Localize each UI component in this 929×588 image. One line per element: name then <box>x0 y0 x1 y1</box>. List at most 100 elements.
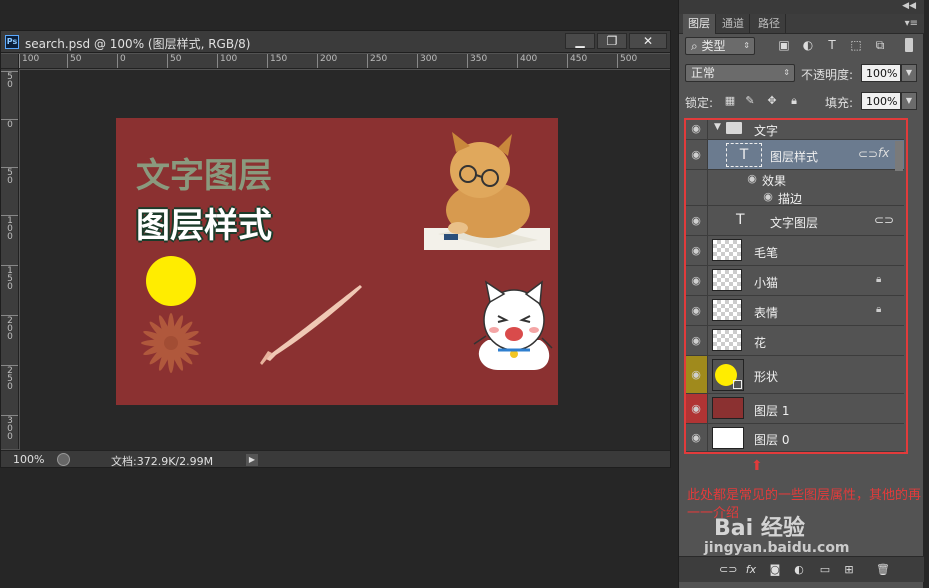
tab-paths[interactable]: 路径 <box>753 14 786 34</box>
lock-all-icon[interactable]: 🔒︎ <box>787 94 801 108</box>
fx-icon[interactable]: fx <box>878 146 889 160</box>
layers-panel: ◀◀ 图层 通道 路径 ▾≡ ⌕ 类型 ⇕ ▣ ◐ T ⬚ ⧉ 正常 ⇕ 不透明… <box>678 0 924 588</box>
flower-icon <box>141 313 201 373</box>
eye-icon[interactable]: ◉ <box>688 122 704 135</box>
zoom-level[interactable]: 100% <box>13 453 44 466</box>
tab-layers[interactable]: 图层 <box>683 14 716 34</box>
eye-icon[interactable]: ◉ <box>688 274 704 287</box>
document-canvas[interactable]: 文字图层 图层样式 <box>116 118 558 405</box>
smart-object-filter-icon[interactable]: ⧉ <box>873 38 887 52</box>
layer-thumbnail <box>712 269 742 291</box>
opacity-dropdown-icon[interactable]: ▼ <box>901 64 917 82</box>
new-layer-icon[interactable]: ⊞ <box>841 563 857 577</box>
close-button[interactable]: ✕ <box>629 33 667 49</box>
filter-toggle-icon[interactable] <box>905 38 913 52</box>
layer-thumbnail <box>712 427 744 449</box>
layer-row-group-text[interactable]: ◉ ▼ 文字 <box>684 118 904 140</box>
eye-icon[interactable]: ◉ <box>688 214 704 227</box>
layer-thumbnail <box>712 329 742 351</box>
status-menu-arrow-icon[interactable]: ▶ <box>246 454 258 466</box>
ruler-corner[interactable] <box>1 54 19 69</box>
lock-transparency-icon[interactable]: ▦ <box>723 94 737 108</box>
layer-row-shape[interactable]: ◉ 形状 <box>684 356 904 394</box>
type-filter-icon[interactable]: T <box>825 38 839 52</box>
panel-menu-icon[interactable]: ▾≡ <box>905 18 918 29</box>
eye-icon[interactable]: ◉ <box>688 368 704 381</box>
adjustment-layer-icon[interactable]: ◐ <box>791 563 807 577</box>
search-icon: ⌕ <box>691 39 702 53</box>
vertical-ruler[interactable]: 5 0 0 5 0 1 0 0 1 5 0 2 0 0 2 5 0 3 0 0 <box>1 69 19 449</box>
blend-mode-select[interactable]: 正常 ⇕ <box>685 64 795 82</box>
stroke-effect-label: 描边 <box>778 192 803 206</box>
layers-list: ◉ ▼ 文字 ◉ T 图层样式 ⊂⊃ fx ◉ 效果 ◉ 描边 ◉ T 文字图层… <box>684 116 904 452</box>
new-group-icon[interactable]: ▭ <box>817 563 833 577</box>
ruler-tick: 500 <box>617 54 637 68</box>
ruler-tick: 100 <box>217 54 237 68</box>
brush-icon <box>260 285 362 365</box>
opacity-input[interactable]: 100% <box>861 64 901 82</box>
layer-name: 表情 <box>754 306 779 320</box>
navigator-icon[interactable] <box>57 453 70 466</box>
collapse-icon[interactable]: ◀◀ <box>902 1 916 11</box>
document-titlebar[interactable]: Ps search.psd @ 100% (图层样式, RGB/8) ▁ ❐ ✕ <box>1 31 670 53</box>
eye-icon[interactable]: ◉ <box>688 334 704 347</box>
minimize-button[interactable]: ▁ <box>565 33 595 49</box>
layer-thumbnail <box>712 299 742 321</box>
expand-arrow-icon[interactable]: ▼ <box>714 122 721 132</box>
photoshop-logo-icon: Ps <box>5 35 19 49</box>
ruler-tick: 250 <box>367 54 387 68</box>
layer-name: 文字 <box>754 124 779 138</box>
layer-row-emoji[interactable]: ◉ 表情 🔒︎ <box>684 296 904 326</box>
eye-icon[interactable]: ◉ <box>688 431 704 444</box>
ruler-tick: 400 <box>517 54 537 68</box>
ruler-tick: 50 <box>67 54 81 68</box>
layer-row-kitten[interactable]: ◉ 小猫 🔒︎ <box>684 266 904 296</box>
fill-dropdown-icon[interactable]: ▼ <box>901 92 917 110</box>
eye-icon[interactable]: ◉ <box>688 148 704 161</box>
link-layers-icon[interactable]: ⊂⊃ <box>719 563 737 577</box>
eye-icon[interactable]: ◉ <box>688 304 704 317</box>
ruler-tick: 50 <box>167 54 181 68</box>
lock-position-icon[interactable]: ✥ <box>765 94 779 108</box>
ruler-tick: 2 5 0 <box>1 365 18 392</box>
layer-row-layer0[interactable]: ◉ 图层 0 <box>684 424 904 452</box>
ruler-tick: 1 0 0 <box>1 215 18 242</box>
add-mask-icon[interactable]: ◙ <box>767 563 783 577</box>
chevron-updown-icon: ⇕ <box>783 68 790 77</box>
add-style-icon[interactable]: fx <box>743 563 759 577</box>
eye-icon[interactable]: ◉ <box>688 402 704 415</box>
tab-channels[interactable]: 通道 <box>717 14 750 34</box>
lock-pixels-icon[interactable]: ✎ <box>743 94 757 108</box>
layer-row-brush[interactable]: ◉ 毛笔 <box>684 236 904 266</box>
chevron-updown-icon: ⇕ <box>743 41 750 50</box>
layers-scrollbar[interactable] <box>895 141 903 171</box>
blend-row: 正常 ⇕ 不透明度: 100% ▼ <box>683 64 919 84</box>
layer-row-flower[interactable]: ◉ 花 <box>684 326 904 356</box>
eye-icon[interactable]: ◉ <box>744 172 760 185</box>
layer-stroke-effect-row[interactable]: ◉ 描边 <box>684 188 904 206</box>
layer-row-text[interactable]: ◉ T 文字图层 ⊂⊃ <box>684 206 904 236</box>
pixel-filter-icon[interactable]: ▣ <box>777 38 791 52</box>
lock-icon: 🔒︎ <box>876 274 882 285</box>
layer-name: 毛笔 <box>754 246 779 260</box>
delete-layer-icon[interactable]: 🗑︎ <box>875 563 891 577</box>
filter-kind-select[interactable]: ⌕ 类型 ⇕ <box>685 37 755 55</box>
filter-kind-label: 类型 <box>701 39 726 53</box>
layer-effects-row[interactable]: ◉ 效果 <box>684 170 904 188</box>
restore-button[interactable]: ❐ <box>597 33 627 49</box>
eye-icon[interactable]: ◉ <box>760 190 776 203</box>
pasteboard[interactable]: 文字图层 图层样式 <box>20 70 670 450</box>
status-bar: 100% 文档:372.9K/2.99M ▶ <box>1 450 670 468</box>
layer-row-layer1[interactable]: ◉ 图层 1 <box>684 394 904 424</box>
shape-filter-icon[interactable]: ⬚ <box>849 38 863 52</box>
link-icon: ⊂⊃ <box>858 147 879 161</box>
adjustment-filter-icon[interactable]: ◐ <box>801 38 815 52</box>
fill-input[interactable]: 100% <box>861 92 901 110</box>
document-title: search.psd @ 100% (图层样式, RGB/8) <box>25 37 251 51</box>
ruler-tick: 5 0 <box>1 71 18 90</box>
shape-thumbnail <box>712 359 744 391</box>
eye-icon[interactable]: ◉ <box>688 244 704 257</box>
layer-name: 文字图层 <box>770 216 819 230</box>
horizontal-ruler[interactable]: 100 50 0 50 100 150 200 250 300 350 400 … <box>19 54 670 69</box>
layer-row-styled-text[interactable]: ◉ T 图层样式 ⊂⊃ fx <box>684 140 904 170</box>
